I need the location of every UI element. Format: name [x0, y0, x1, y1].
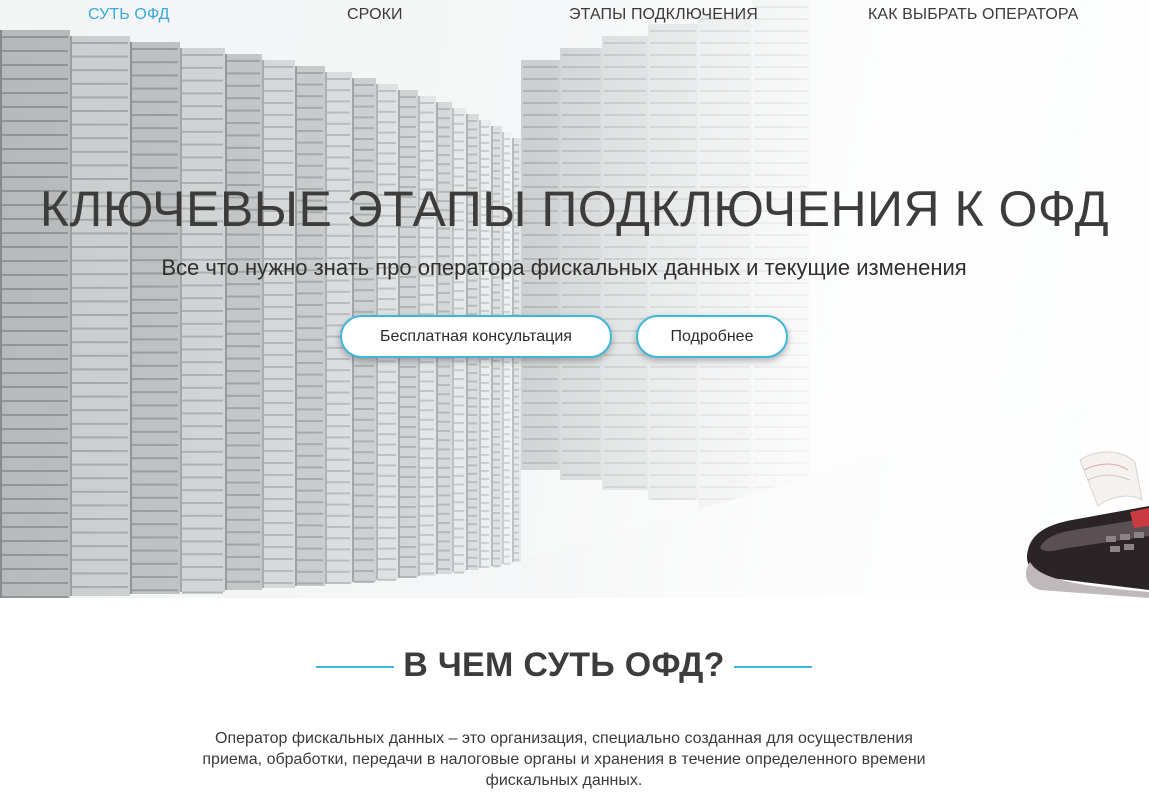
hero-subtitle: Все что нужно знать про оператора фискал… [161, 255, 967, 280]
nav-item-sroki[interactable]: СРОКИ [347, 6, 403, 24]
nav-item-etapy-podklyucheniya[interactable]: ЭТАПЫ ПОДКЛЮЧЕНИЯ [569, 6, 758, 24]
cash-register-terminal-image [1025, 451, 1149, 598]
hero-overlay [0, 0, 1149, 598]
nav-item-kak-vybrat-operatora[interactable]: КАК ВЫБРАТЬ ОПЕРАТОРА [868, 6, 1078, 24]
section-title: В ЧЕМ СУТЬ ОФД? [403, 646, 725, 684]
more-details-button[interactable]: Подробнее [636, 315, 788, 358]
nav-item-sut-ofd[interactable]: СУТЬ ОФД [88, 6, 170, 24]
section-title-divider-right [734, 666, 812, 668]
section-header: В ЧЕМ СУТЬ ОФД? [0, 640, 1149, 692]
free-consultation-button[interactable]: Бесплатная консультация [340, 315, 612, 358]
section-description: Оператор фискальных данных – это организ… [202, 730, 926, 789]
hero-section: СУТЬ ОФД СРОКИ ЭТАПЫ ПОДКЛЮЧЕНИЯ КАК ВЫБ… [0, 0, 1149, 598]
top-navigation: СУТЬ ОФД СРОКИ ЭТАПЫ ПОДКЛЮЧЕНИЯ КАК ВЫБ… [0, 0, 1149, 32]
hero-title: КЛЮЧЕВЫЕ ЭТАПЫ ПОДКЛЮЧЕНИЯ К ОФД [39, 181, 1110, 237]
